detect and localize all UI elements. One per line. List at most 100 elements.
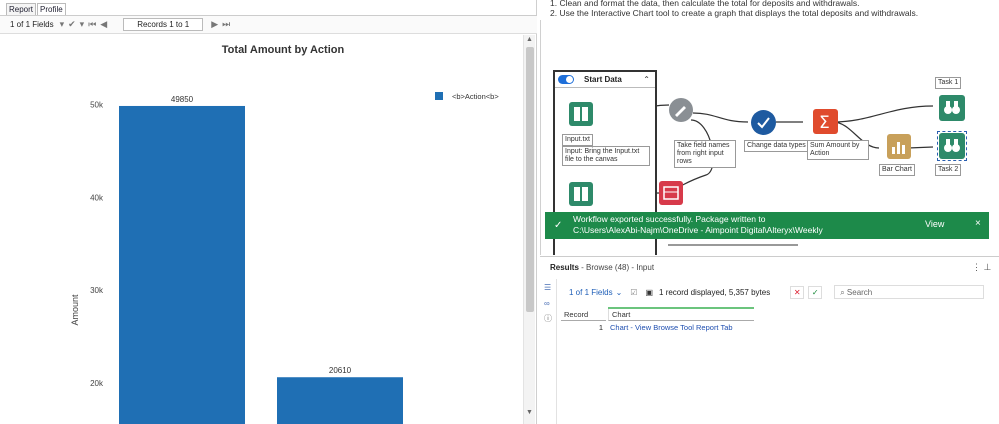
clear-icon[interactable]: ✕: [790, 285, 805, 299]
summarize-tool[interactable]: Σ: [813, 109, 838, 134]
tab-profile[interactable]: Profile: [37, 3, 66, 15]
bar-data-label: 49850: [171, 95, 194, 104]
apply-icon[interactable]: ✓: [808, 285, 823, 299]
search-input[interactable]: ⌕ Search: [834, 285, 985, 299]
table-icon: [663, 186, 679, 200]
scroll-down-icon[interactable]: ▼: [526, 409, 533, 416]
chart-icon: [892, 142, 905, 154]
designer-pane: 1. Clean and format the data, then calcu…: [540, 0, 999, 424]
dynamic-rename-tool[interactable]: [669, 98, 693, 122]
chart-cell[interactable]: Chart - View Browse Tool Report Tab: [610, 323, 756, 334]
text-to-columns-tool[interactable]: [659, 181, 683, 205]
binoculars-icon[interactable]: ∞: [544, 299, 550, 308]
record-count: 1 record displayed, 5,357 bytes: [659, 287, 771, 297]
scroll-up-icon[interactable]: ▲: [526, 36, 533, 43]
notification-line-2: C:\Users\AlexAbi-Najm\OneDrive - Aimpoin…: [573, 225, 823, 235]
column-header-record[interactable]: Record: [561, 309, 606, 321]
input-data-tool[interactable]: [569, 102, 593, 126]
task1-label: Task 1: [935, 77, 962, 89]
chart-title: Total Amount by Action: [222, 44, 345, 56]
pencil-icon: [675, 106, 686, 117]
previous-page-icon[interactable]: ◀: [100, 19, 107, 30]
container-header: Start Data ⌃: [555, 72, 655, 88]
legend-swatch: [435, 92, 443, 100]
chevron-down-icon[interactable]: ▾: [60, 19, 65, 30]
notification-line-1: Workflow exported successfully. Package …: [573, 214, 766, 224]
column-header-chart[interactable]: Chart: [608, 309, 754, 321]
instructions-text: 1. Clean and format the data, then calcu…: [550, 0, 918, 18]
bar-data-label: 20610: [329, 366, 352, 375]
results-subtitle: - Browse (48) - Input: [578, 263, 655, 272]
bar: [277, 377, 403, 424]
record-number-cell: 1: [598, 323, 603, 332]
summarize-tool-label: Sum Amount by Action: [807, 140, 869, 160]
records-range-field[interactable]: Records 1 to 1: [123, 18, 204, 31]
tab-report[interactable]: Report: [6, 3, 37, 15]
book-icon: [574, 107, 588, 121]
chart-area: Total Amount by Action Amount 20k 30k 40k 50k…: [0, 35, 523, 424]
input-data-tool-2[interactable]: [569, 182, 593, 206]
binoculars-icon: [944, 139, 960, 152]
results-header: Results - Browse (48) - Input: [550, 263, 654, 272]
task2-label: Task 2: [935, 164, 962, 176]
container-toggle[interactable]: [558, 75, 574, 84]
y-tick-label: 30k: [90, 286, 104, 295]
book-icon: [574, 187, 588, 201]
select-tool[interactable]: [751, 110, 776, 135]
check-icon: ✓: [554, 220, 563, 231]
results-toolbar: 1 of 1 Fields ⌄ ☑ ▣ 1 record displayed, …: [560, 284, 999, 300]
checkbox-icon[interactable]: ☑: [630, 288, 637, 297]
chevron-down-icon[interactable]: ⌄: [616, 288, 623, 297]
report-toolbar: 1 of 1 Fields ▾ ✔ ▾ ⏮ ◀ Records 1 to 1 ▶…: [0, 15, 537, 34]
bar-chart-tool[interactable]: [887, 134, 911, 159]
browse-tool-2-selection[interactable]: [937, 131, 967, 161]
y-tick-label: 20k: [90, 379, 104, 388]
export-notification: ✓ Workflow exported successfully. Packag…: [545, 212, 989, 239]
bar: [119, 105, 245, 424]
instruction-line-2: 2. Use the Interactive Chart tool to cre…: [550, 8, 919, 18]
y-axis-label: Amount: [70, 294, 80, 326]
next-page-icon[interactable]: ▶: [211, 19, 218, 30]
chevron-down-icon[interactable]: ▾: [80, 19, 85, 30]
browse-tool-1[interactable]: [939, 95, 965, 121]
browse-report-pane: Report Profile 1 of 1 Fields ▾ ✔ ▾ ⏮ ◀ R…: [0, 0, 537, 424]
results-title: Results: [550, 263, 579, 272]
scrollbar-thumb[interactable]: [526, 47, 534, 312]
select-tool-label: Change data types: [744, 140, 809, 152]
list-icon[interactable]: ☰: [544, 283, 551, 292]
instruction-line-1: 1. Clean and format the data, then calcu…: [550, 0, 860, 8]
input-tool-label: Input.txt: [562, 134, 593, 146]
y-tick-label: 50k: [90, 101, 104, 110]
results-sidebar: ☰ ∞ ⓘ: [540, 279, 557, 424]
close-notification-button[interactable]: ×: [975, 218, 981, 229]
bar-chart-label: Bar Chart: [879, 164, 915, 176]
last-page-icon[interactable]: ⏭: [222, 19, 230, 30]
browse-tool-2[interactable]: [939, 133, 965, 159]
report-tabs: Report Profile: [6, 3, 67, 15]
checkmark-icon[interactable]: ✔: [68, 19, 76, 30]
notification-message: Workflow exported successfully. Package …: [573, 214, 823, 236]
fields-selector[interactable]: 1 of 1 Fields: [10, 20, 54, 29]
view-button[interactable]: View: [925, 219, 944, 229]
dynamic-rename-label: Take field names from right input rows: [674, 140, 736, 168]
legend-label: <b>Action<b>: [452, 92, 499, 101]
search-icon: ⌕: [840, 288, 847, 297]
results-pane: Results - Browse (48) - Input ⋮ ⊥ ☰ ∞ ⓘ …: [540, 256, 999, 424]
svg-text:Σ: Σ: [819, 113, 830, 133]
bar-chart: Total Amount by Action Amount 20k 30k 40k 50k…: [70, 44, 499, 424]
binoculars-icon: [944, 101, 960, 114]
check-dots-icon: [757, 117, 770, 129]
sigma-icon: Σ: [819, 113, 830, 133]
container-title: Start Data: [584, 75, 622, 84]
search-placeholder: Search: [846, 288, 873, 297]
fields-selector[interactable]: 1 of 1 Fields: [569, 288, 613, 297]
canvas-scrollbar[interactable]: [668, 244, 798, 246]
help-icon[interactable]: ⓘ: [544, 313, 552, 324]
y-tick-label: 40k: [90, 193, 104, 202]
chevron-up-icon[interactable]: ⌃: [643, 75, 650, 84]
first-page-icon[interactable]: ⏮: [88, 19, 96, 30]
square-icon[interactable]: ▣: [645, 288, 653, 297]
pin-icon[interactable]: ⋮ ⊥: [972, 262, 991, 273]
vertical-scrollbar[interactable]: ▲ ▼: [523, 35, 535, 424]
input-annotation: Input: Bring the Input.txt file to the c…: [562, 146, 650, 166]
